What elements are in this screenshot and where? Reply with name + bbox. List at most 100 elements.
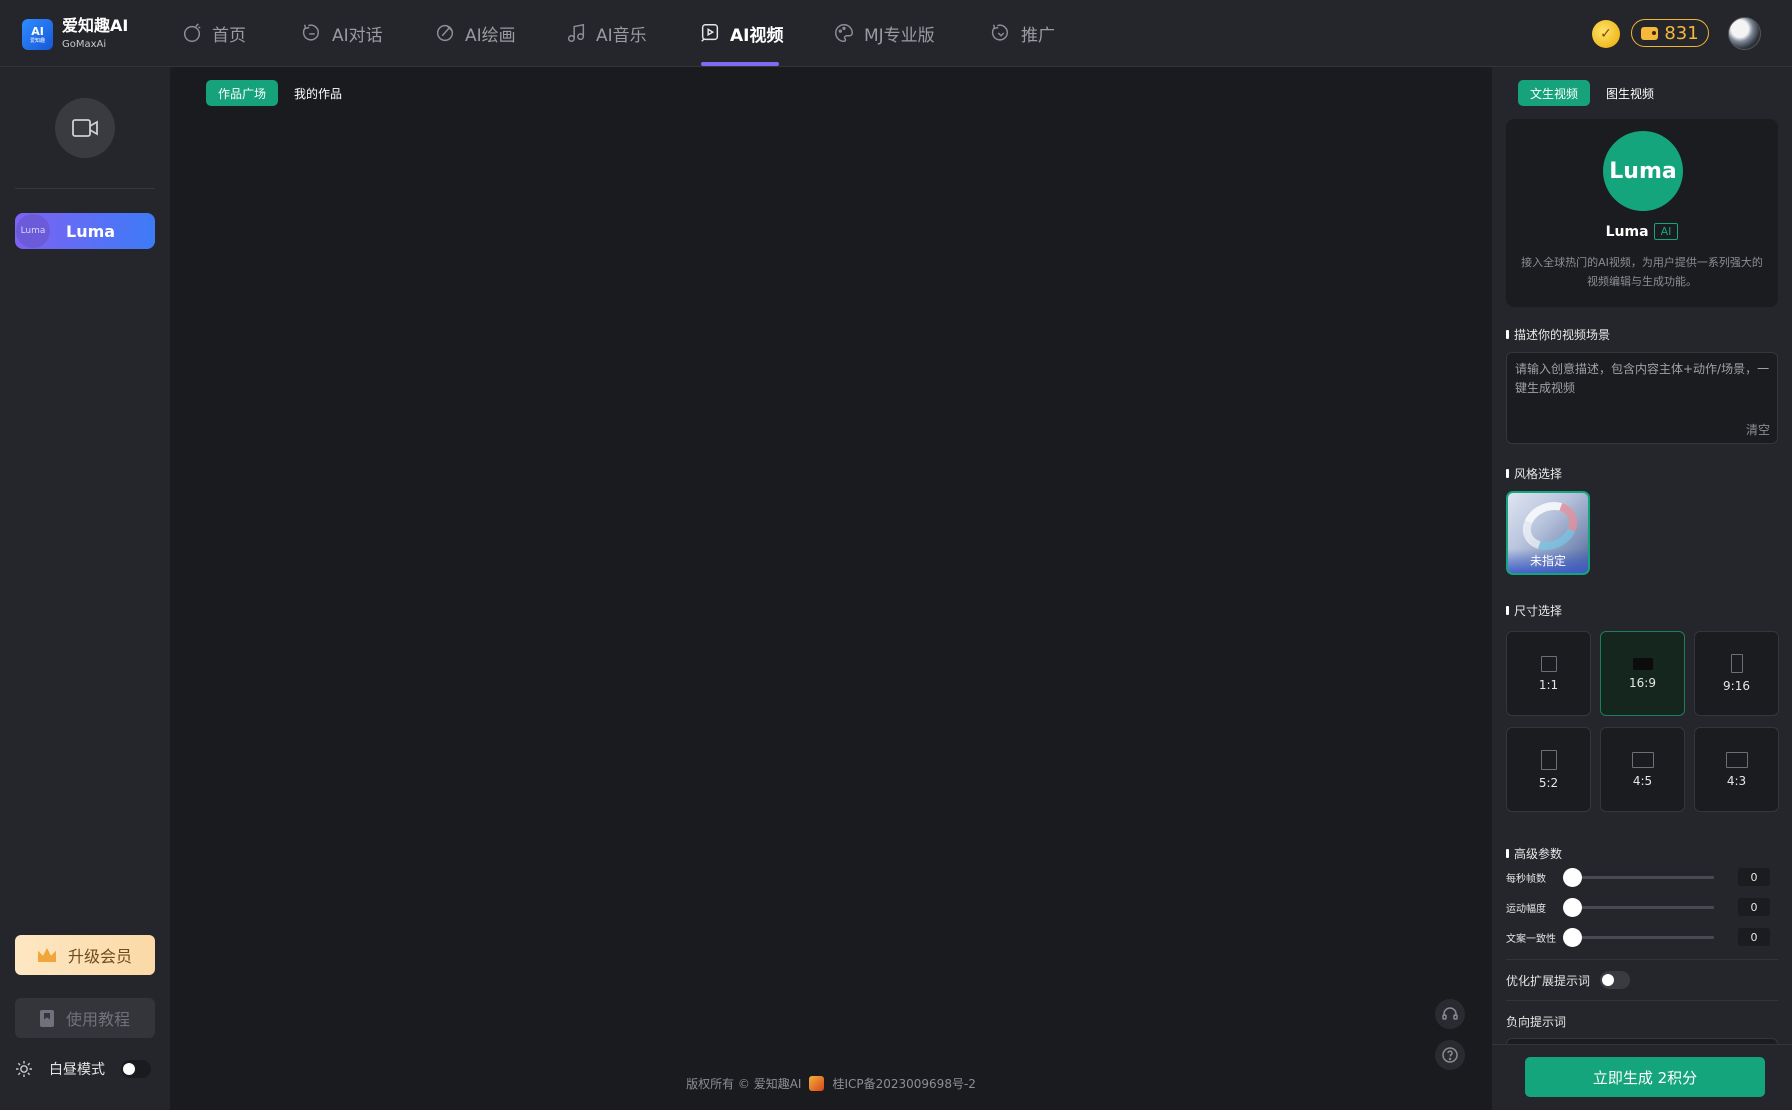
ratio-tall-icon (1540, 749, 1557, 770)
fps-slider-row: 每秒帧数 0 (1506, 867, 1778, 887)
question-icon (1442, 1047, 1458, 1063)
tab-my-works[interactable]: 我的作品 (282, 80, 354, 106)
day-mode-toggle[interactable] (121, 1060, 151, 1078)
ai-badge: AI (1653, 223, 1679, 240)
paint-icon (436, 24, 454, 42)
prompt-section-title: 描述你的视频场景 (1506, 326, 1610, 343)
music-icon (567, 23, 585, 42)
optimize-prompt-toggle[interactable] (1600, 971, 1631, 989)
palette-icon (835, 24, 853, 42)
fps-slider[interactable] (1563, 867, 1714, 887)
nav-ai-chat[interactable]: AI对话 (301, 0, 383, 66)
nav-ai-music[interactable]: AI音乐 (565, 0, 647, 66)
video-generation-panel: 文生视频 图生视频 Luma Luma AI 接入全球热门的AI视频，为用户提供… (1492, 67, 1792, 1110)
tab-works-plaza[interactable]: 作品广场 (206, 80, 279, 106)
wallet-icon (1641, 26, 1659, 40)
consistency-label: 文案一致性 (1506, 933, 1556, 945)
size-label: 5:2 (1538, 775, 1559, 790)
nav-ai-paint-label: AI绘画 (465, 25, 516, 46)
nav-ai-chat-label: AI对话 (332, 25, 383, 46)
sign-in-gift-icon[interactable]: ✓ (1592, 20, 1620, 48)
ratio-landscape-icon (1631, 751, 1654, 768)
advanced-section-title: 高级参数 (1506, 845, 1562, 862)
crown-icon (37, 948, 56, 962)
size-section-title: 尺寸选择 (1506, 602, 1562, 619)
app-logo[interactable]: AI 爱知趣 爱知趣AI GoMaxAi (22, 17, 128, 52)
generate-bar: 立即生成 2积分 (1492, 1044, 1792, 1110)
share-icon (991, 24, 1008, 41)
sidebar-model-luma[interactable]: Luma Luma (15, 213, 155, 249)
video-category-button[interactable] (55, 98, 115, 158)
motion-value-input[interactable]: 0 (1738, 898, 1770, 916)
beian-icon (809, 1076, 825, 1091)
fps-label: 每秒帧数 (1506, 873, 1546, 885)
video-camera-icon (72, 119, 98, 137)
icp-link[interactable]: 桂ICP备2023009698号-2 (832, 1075, 975, 1092)
generate-button[interactable]: 立即生成 2积分 (1525, 1057, 1765, 1097)
video-play-icon (701, 24, 719, 42)
size-label: 4:5 (1632, 773, 1653, 788)
size-option-4-3[interactable]: 4:3 (1694, 727, 1779, 812)
points-balance-button[interactable]: 831 (1631, 19, 1709, 47)
size-label: 1:1 (1538, 677, 1559, 692)
size-option-4-5[interactable]: 4:5 (1600, 727, 1685, 812)
size-label: 16:9 (1629, 675, 1656, 690)
ratio-tall-icon (1730, 654, 1743, 673)
prompt-placeholder: 请输入创意描述，包含内容主体+动作/场景，一键生成视频 (1515, 362, 1770, 395)
slider-thumb[interactable] (1563, 927, 1582, 947)
size-option-5-2[interactable]: 5:2 (1506, 727, 1591, 812)
upgrade-label: 升级会员 (67, 947, 132, 966)
nav-ai-video-label: AI视频 (730, 25, 784, 46)
motion-label: 运动幅度 (1506, 903, 1546, 915)
logo-mark-subtext: 爱知趣 (29, 37, 45, 44)
nav-ai-music-label: AI音乐 (596, 25, 647, 46)
negative-prompt-row: 负向提示词 (1506, 1013, 1566, 1030)
panel-divider (1506, 959, 1778, 960)
sidebar-model-label: Luma (66, 221, 116, 241)
nav-promote[interactable]: 推广 (990, 0, 1055, 66)
tab-image-to-video[interactable]: 图生视频 (1594, 80, 1666, 106)
user-avatar[interactable] (1728, 17, 1761, 50)
size-label: 9:16 (1723, 679, 1750, 693)
size-option-9-16[interactable]: 9:16 (1694, 631, 1779, 716)
home-icon (183, 23, 201, 42)
model-name: Luma (1605, 223, 1649, 240)
size-label: 4:3 (1726, 773, 1747, 788)
clear-prompt-button[interactable]: 清空 (1746, 421, 1770, 438)
consistency-value-input[interactable]: 0 (1738, 928, 1770, 946)
luma-logo: Luma (1603, 131, 1683, 211)
nav-promote-label: 推广 (1021, 25, 1055, 46)
upgrade-membership-button[interactable]: 升级会员 (15, 935, 155, 975)
customer-service-button[interactable] (1435, 999, 1465, 1029)
page-footer: 版权所有 © 爱知趣AI 桂ICP备2023009698号-2 (170, 1075, 1492, 1092)
bookmark-icon (39, 1009, 54, 1027)
motion-slider[interactable] (1563, 897, 1714, 917)
size-option-1-1[interactable]: 1:1 (1506, 631, 1591, 716)
sidebar-divider (15, 188, 155, 189)
consistency-slider[interactable] (1563, 927, 1714, 947)
style-option-unspecified[interactable]: 未指定 (1506, 491, 1590, 575)
app-subtitle: GoMaxAi (62, 39, 107, 50)
nav-ai-video[interactable]: AI视频 (699, 0, 783, 66)
size-option-16-9[interactable]: 16:9 (1600, 631, 1685, 716)
help-button[interactable] (1435, 1040, 1465, 1070)
fps-value-input[interactable]: 0 (1738, 868, 1770, 886)
nav-ai-paint[interactable]: AI绘画 (434, 0, 516, 66)
prompt-input[interactable]: 请输入创意描述，包含内容主体+动作/场景，一键生成视频 清空 (1506, 352, 1778, 444)
luma-logo-icon: Luma (16, 214, 50, 248)
works-gallery-area: 作品广场 我的作品 版权所有 © 爱知趣AI 桂ICP备2023009698号-… (170, 67, 1492, 1110)
tutorial-button[interactable]: 使用教程 (15, 998, 155, 1038)
nav-home[interactable]: 首页 (181, 0, 246, 66)
negative-prompt-label: 负向提示词 (1506, 1015, 1567, 1029)
style-section-title: 风格选择 (1506, 465, 1562, 482)
nav-mj-pro-label: MJ专业版 (864, 25, 935, 46)
optimize-prompt-row: 优化扩展提示词 (1506, 971, 1631, 989)
nav-mj-pro[interactable]: MJ专业版 (833, 0, 935, 66)
logo-mark-text: AI (31, 24, 44, 38)
slider-thumb[interactable] (1563, 897, 1582, 917)
day-mode-row: 白昼模式 (15, 1059, 155, 1079)
points-value: 831 (1664, 22, 1699, 44)
tab-text-to-video[interactable]: 文生视频 (1518, 80, 1591, 106)
slider-thumb[interactable] (1563, 867, 1582, 887)
model-description: 接入全球热门的AI视频，为用户提供一系列强大的视频编辑与生成功能。 (1521, 256, 1763, 288)
